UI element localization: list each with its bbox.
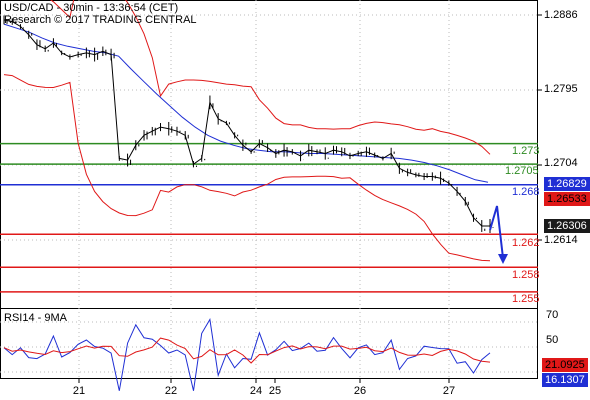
rsi-ma-tag: 21.0925 — [542, 358, 588, 372]
level-label-1258: 1.258 — [512, 269, 540, 281]
axis-ticks — [78, 14, 542, 383]
moving-average-line — [3, 23, 489, 183]
price-tag-level: 1.26533 — [544, 192, 590, 206]
price-axis-label: 1.2795 — [544, 83, 578, 95]
support-resistance-lines — [0, 142, 538, 293]
forecast-arrow — [489, 205, 508, 264]
forecast-path — [489, 205, 504, 259]
rsi-axis-label: 50 — [546, 334, 559, 346]
x-axis-label: 25 — [268, 385, 282, 397]
bollinger-lower — [3, 74, 491, 262]
rsi-axis-label: 70 — [546, 309, 559, 321]
price-line — [3, 19, 490, 227]
bollinger-bands — [3, 0, 491, 262]
price-chart — [0, 0, 542, 391]
x-axis-label: 24 — [249, 385, 263, 397]
x-axis-label: 22 — [164, 385, 178, 397]
price-axis-label: 1.2886 — [544, 9, 578, 21]
rsi-title: RSI14 - 9MA — [4, 312, 67, 324]
level-label-1273: 1.273 — [512, 145, 540, 157]
x-axis-label: 26 — [353, 385, 367, 397]
ma-line — [3, 23, 489, 183]
x-axis-label: 27 — [442, 385, 456, 397]
rsi-value-tag: 16.1307 — [542, 373, 588, 387]
price-tag-last: 1.26306 — [544, 219, 590, 233]
level-label-1262: 1.262 — [512, 237, 540, 249]
x-axis-label: 21 — [72, 385, 86, 397]
chart-credit: Research © 2017 TRADING CENTRAL — [4, 14, 197, 26]
level-label-12705: 1.2705 — [505, 165, 539, 177]
rsi-panel — [3, 318, 491, 391]
level-label-1268: 1.268 — [512, 186, 540, 198]
chart-title: USD/CAD - 30min - 13:36:54 (CET) — [4, 2, 179, 14]
price-axis-label: 1.2614 — [544, 234, 578, 246]
level-label-1255: 1.255 — [512, 293, 540, 305]
rsi-ma-line — [3, 337, 491, 364]
price-tag-ma: 1.26829 — [544, 177, 590, 191]
forecast-arrowhead — [498, 254, 508, 264]
price-axis-label: 1.2704 — [544, 157, 578, 169]
